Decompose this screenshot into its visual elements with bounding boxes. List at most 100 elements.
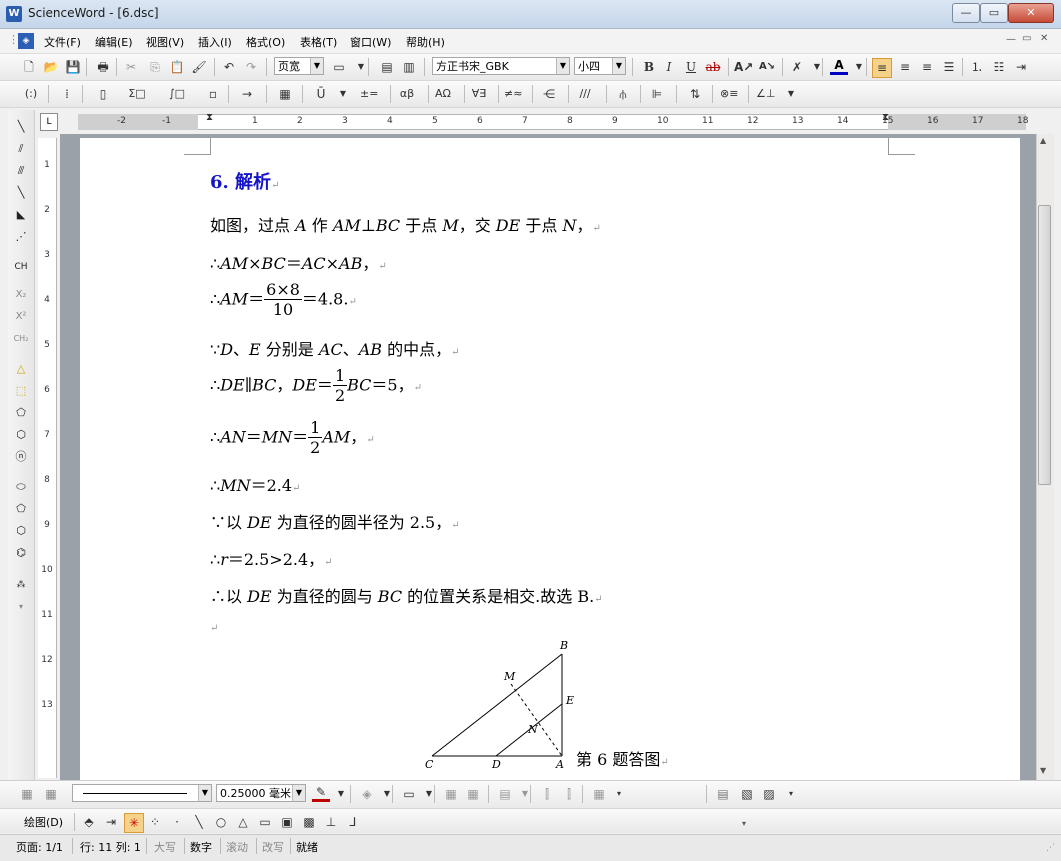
triangle-tool-icon[interactable]: △ — [12, 360, 30, 378]
integral-button[interactable]: ∫□ — [168, 85, 186, 103]
fraction-icon[interactable]: ⋲ — [540, 85, 558, 103]
app-icon[interactable]: W — [6, 6, 22, 22]
chevron-down-icon[interactable]: ▼ — [332, 785, 350, 803]
chevron-down-icon[interactable]: ▼ — [292, 785, 305, 801]
benzene-icon[interactable]: ⌬ — [12, 544, 30, 562]
chevron-down-icon[interactable]: ▼ — [808, 58, 826, 76]
image-icon[interactable]: ▣ — [278, 813, 296, 831]
ellipse-tool-icon[interactable]: ⬭ — [12, 478, 30, 496]
align-right-icon[interactable]: ≡ — [918, 58, 936, 76]
chevron-down-icon[interactable]: ▼ — [310, 58, 323, 74]
align-center-icon[interactable]: ≡ — [896, 58, 914, 76]
table-edit-icon[interactable]: ▦ — [18, 785, 36, 803]
doc-minimize-icon[interactable]: — — [1006, 34, 1016, 45]
subscript-tool-button[interactable]: X₂ — [12, 286, 30, 304]
indent-icon[interactable]: ⇥ — [1012, 58, 1030, 76]
fill-color-icon[interactable]: ◈ — [358, 785, 376, 803]
chevron-down-icon[interactable]: ▼ — [612, 58, 625, 74]
chevron-down-icon[interactable]: ▼ — [516, 785, 534, 803]
menu-format[interactable]: 格式(O) — [246, 34, 285, 50]
greek-lower-button[interactable]: αβ — [398, 85, 416, 103]
atom-tool-icon[interactable]: ⁂ — [12, 576, 30, 594]
maximize-button[interactable]: ▭ — [980, 3, 1008, 23]
chart-icon[interactable]: ▩ — [300, 813, 318, 831]
line-style-select[interactable]: ▼ — [72, 784, 212, 802]
draw-menu-button[interactable]: 绘图(D) — [24, 814, 63, 830]
hexagon-ring-icon[interactable]: ⬡ — [12, 522, 30, 540]
distribute-icon[interactable]: ☰ — [940, 58, 958, 76]
format-painter-icon[interactable]: 🖌 — [190, 58, 208, 76]
n-ring-tool-icon[interactable]: ⓝ — [12, 448, 30, 466]
align-justify-icon[interactable]: ≡ — [872, 58, 892, 78]
chevron-down-icon[interactable]: ▾ — [782, 785, 800, 803]
view-mode-select[interactable]: 页宽 ▼ — [274, 57, 324, 75]
align-eq-icon[interactable]: ⊫ — [648, 85, 666, 103]
window-icon[interactable]: ▤ — [714, 785, 732, 803]
merge-cells-icon[interactable]: ▦ — [442, 785, 460, 803]
wedge-tool-icon[interactable]: ◣ — [12, 206, 30, 224]
redo-icon[interactable]: ↷ — [242, 58, 260, 76]
greek-upper-button[interactable]: ΑΩ — [434, 85, 452, 103]
chevron-down-icon[interactable]: ▼ — [420, 785, 438, 803]
scroll-down-icon[interactable]: ▼ — [1040, 766, 1046, 775]
scroll-up-icon[interactable]: ▲ — [1040, 136, 1046, 145]
ch2-tool-button[interactable]: CH₂ — [12, 330, 30, 348]
triple-line-tool-icon[interactable]: ⫻ — [12, 162, 30, 180]
paste-icon[interactable]: 📋 — [168, 58, 186, 76]
menu-help[interactable]: 帮助(H) — [406, 34, 445, 50]
layout-icon[interactable]: ▭ — [330, 58, 348, 76]
doc-restore-icon[interactable]: ▭ — [1022, 33, 1031, 44]
angle-button[interactable]: ∠⊥ — [756, 85, 775, 103]
line-width-select[interactable]: 0.25000 毫米 ▼ — [216, 784, 306, 802]
print-icon[interactable]: 🖶 — [94, 58, 112, 76]
menu-window[interactable]: 窗口(W) — [350, 34, 391, 50]
line-color-icon[interactable]: ✎ — [312, 785, 330, 802]
bold-button[interactable]: B — [640, 58, 658, 76]
chevron-down-icon[interactable]: ▼ — [378, 785, 396, 803]
menu-table[interactable]: 表格(T) — [300, 34, 337, 50]
new-icon[interactable]: 🗋 — [20, 58, 38, 76]
doc-icon[interactable]: ◈ — [18, 33, 34, 49]
border-icon[interactable]: ▭ — [400, 785, 418, 803]
menu-file[interactable]: 文件(F) — [44, 34, 81, 50]
open-icon[interactable]: 📂 — [42, 58, 60, 76]
numbered-list-icon[interactable]: ⒈ — [968, 58, 986, 76]
circle-icon[interactable]: ○ — [212, 813, 230, 831]
chevron-down-icon[interactable]: ▼ — [556, 58, 569, 74]
matrix-icon[interactable]: ⁞ — [58, 85, 76, 103]
line-tool-icon[interactable]: ╲ — [12, 118, 30, 136]
shrink-font-icon[interactable]: A↘ — [758, 58, 776, 76]
chevron-down-icon[interactable]: ▼ — [198, 785, 211, 801]
resize-grip-icon[interactable]: ⋰ — [1046, 843, 1055, 853]
tree-icon[interactable]: ⫛ — [614, 85, 632, 103]
axis-icon[interactable]: ⊥ — [322, 813, 340, 831]
star-tool-icon[interactable]: ✳ — [124, 813, 144, 833]
table-props-icon[interactable]: ▦ — [42, 785, 60, 803]
italic-button[interactable]: I — [660, 58, 678, 76]
pentagon-tool-icon[interactable]: ⬠ — [12, 404, 30, 422]
doc-close-icon[interactable]: ✕ — [1040, 33, 1048, 44]
chevron-down-icon[interactable]: ▼ — [334, 85, 352, 103]
document-page[interactable]: 6. 解析↵ 如图，过点 A 作 AM⊥BC 于点 M，交 DE 于点 N，↵ … — [80, 138, 1020, 780]
chain-tool-button[interactable]: CH — [12, 258, 30, 276]
square-tool-icon[interactable]: ⬚ — [12, 382, 30, 400]
page-icon[interactable]: ▤ — [378, 58, 396, 76]
page-setup-icon[interactable]: ▥ — [400, 58, 418, 76]
table-grid-icon[interactable]: ▦ — [590, 785, 608, 803]
highlight-icon[interactable]: ✗ — [788, 58, 806, 76]
bold-line-tool-icon[interactable]: ╲ — [12, 184, 30, 202]
select-icon[interactable]: ⬘ — [80, 813, 98, 831]
split-cells-icon[interactable]: ▦ — [464, 785, 482, 803]
dot-tool-icon[interactable]: · — [168, 813, 186, 831]
underline-button[interactable]: U — [682, 58, 700, 76]
insert-col-icon[interactable]: ⫿ — [538, 785, 556, 803]
cut-icon[interactable]: ✂ — [122, 58, 140, 76]
hash-tool-icon[interactable]: ⋰ — [12, 228, 30, 246]
grow-font-icon[interactable]: A↗ — [734, 58, 753, 76]
menu-insert[interactable]: 插入(I) — [198, 34, 232, 50]
scrollbar-thumb[interactable] — [1038, 205, 1051, 485]
coordinate-icon[interactable]: ⅃ — [344, 813, 362, 831]
grid-icon[interactable]: ▦ — [276, 85, 294, 103]
menu-view[interactable]: 视图(V) — [146, 34, 184, 50]
indent-marker-icon[interactable]: ⧗ — [206, 112, 213, 123]
